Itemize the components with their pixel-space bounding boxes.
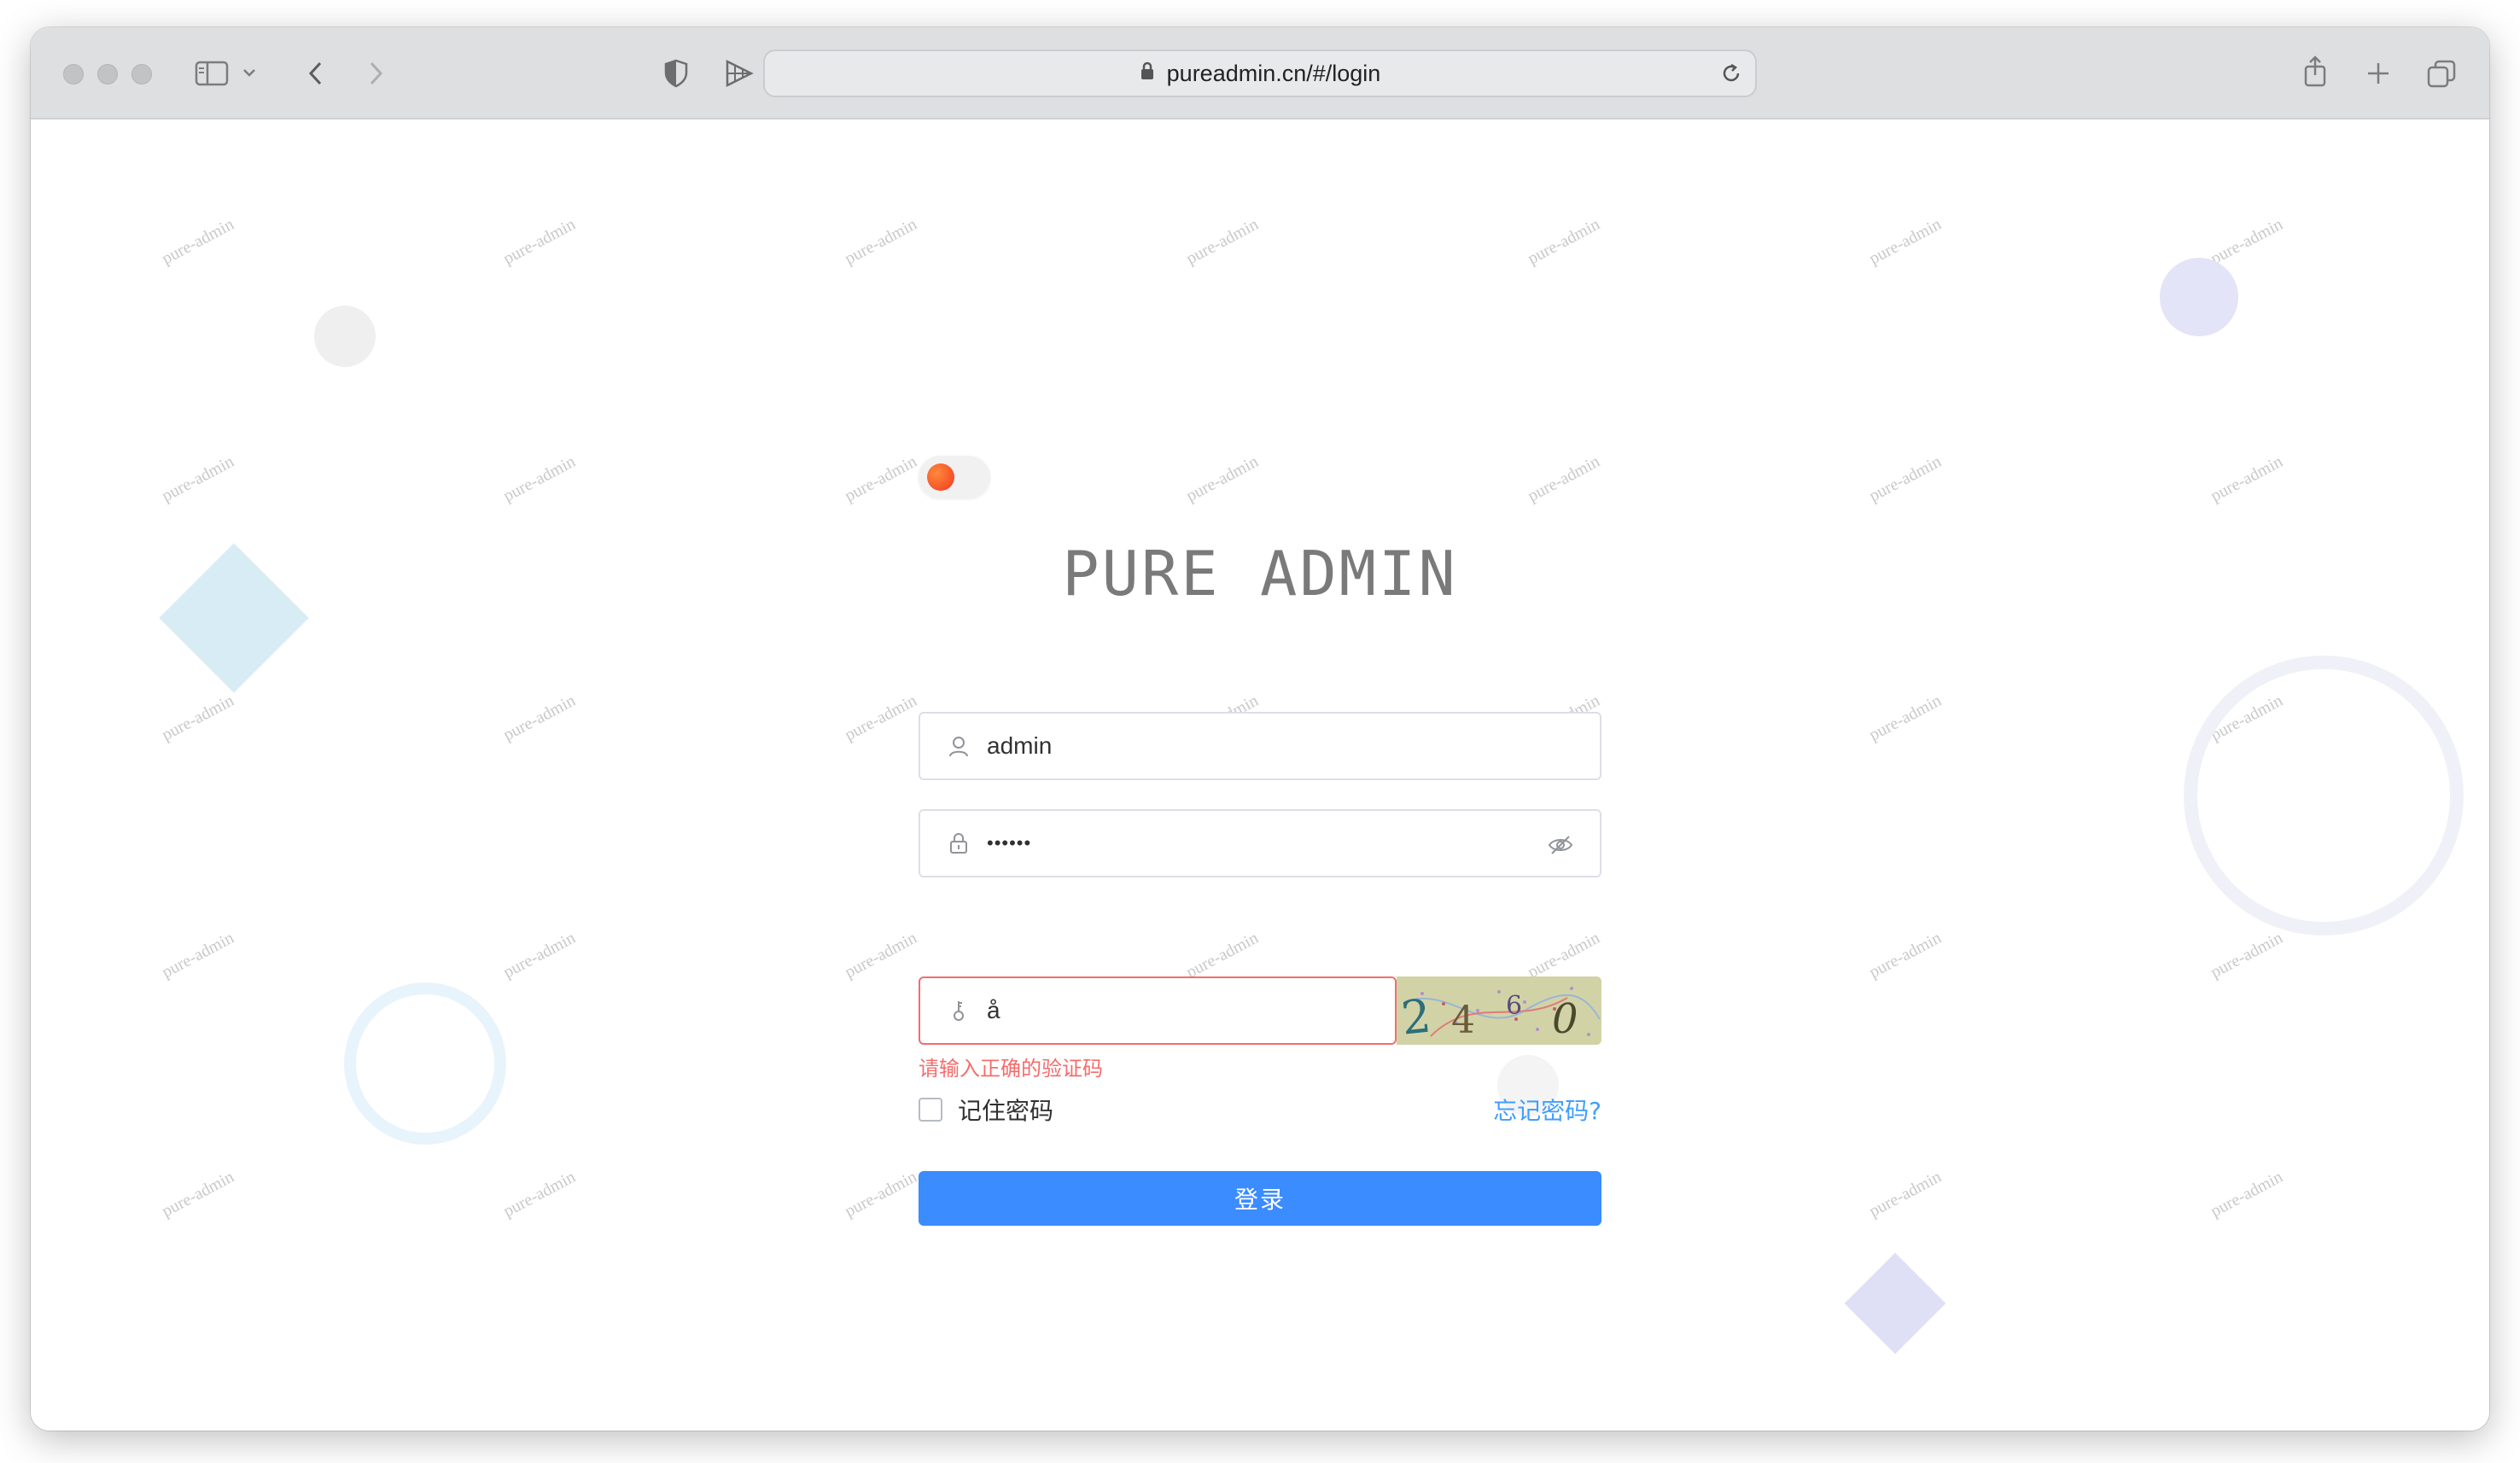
- captcha-value: å: [987, 997, 1000, 1023]
- sidebar-icon[interactable]: [193, 56, 230, 90]
- tabs-icon[interactable]: [2423, 56, 2460, 90]
- username-value: admin: [987, 732, 1053, 759]
- forward-button[interactable]: [359, 55, 393, 92]
- remember-label: 记住密码: [958, 1097, 1054, 1125]
- remember-checkbox[interactable]: [919, 1098, 942, 1122]
- captcha-graphic: 2 4 6 0: [1397, 976, 1601, 1045]
- captcha-field[interactable]: å: [919, 976, 1397, 1045]
- user-icon: [946, 733, 971, 759]
- address-bar[interactable]: pureadmin.cn/#/login: [763, 50, 1757, 97]
- captcha-char-1: 2: [1399, 988, 1434, 1045]
- captcha-image[interactable]: 2 4 6 0: [1397, 976, 1601, 1045]
- reload-icon[interactable]: [1719, 61, 1743, 85]
- shield-icon[interactable]: [659, 55, 693, 92]
- forgot-password-link[interactable]: 忘记密码?: [1493, 1093, 1601, 1127]
- remember-password[interactable]: 记住密码: [919, 1093, 1053, 1127]
- key-icon: [946, 998, 971, 1023]
- eye-off-icon[interactable]: [1547, 831, 1574, 859]
- theme-toggle-knob: [927, 463, 954, 491]
- extension-icon[interactable]: [720, 55, 758, 92]
- chevron-down-icon[interactable]: [239, 60, 260, 85]
- captcha-char-3: 6: [1506, 991, 1522, 1021]
- captcha-error-message: 请输入正确的验证码: [919, 1057, 1103, 1081]
- screen: pureadmin.cn/#/login pure-admin pure-admi…: [0, 0, 2520, 1463]
- share-icon[interactable]: [2298, 51, 2332, 92]
- captcha-char-4: 0: [1552, 995, 1578, 1043]
- login-button[interactable]: 登录: [919, 1171, 1601, 1226]
- password-value: ••••••: [987, 832, 1032, 854]
- captcha-char-2: 4: [1451, 999, 1475, 1042]
- username-field[interactable]: admin: [919, 712, 1601, 780]
- page-content: pure-admin pure-admin pure-admin pure-admin…: [31, 121, 2489, 1431]
- password-field[interactable]: ••••••: [919, 809, 1601, 877]
- minimize-window-button[interactable]: [97, 64, 118, 85]
- lock-icon: [1140, 61, 1155, 87]
- zoom-window-button[interactable]: [131, 64, 152, 85]
- browser-window: pureadmin.cn/#/login pure-admin pure-admi…: [31, 27, 2489, 1431]
- browser-toolbar: pureadmin.cn/#/login: [31, 27, 2489, 119]
- url-text: pureadmin.cn/#/login: [1166, 60, 1381, 86]
- back-button[interactable]: [299, 55, 333, 92]
- page-title: PURE ADMIN: [1062, 538, 1458, 609]
- close-window-button[interactable]: [63, 64, 84, 85]
- lock-icon: [946, 831, 971, 856]
- theme-toggle[interactable]: [919, 456, 990, 498]
- plus-icon[interactable]: [2361, 56, 2395, 90]
